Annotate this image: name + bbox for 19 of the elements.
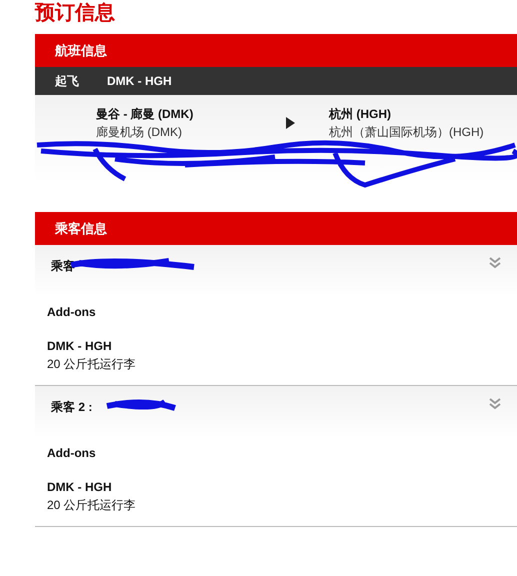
passenger-name: 乘客 2 :: [51, 399, 92, 416]
segment-route: DMK - HGH: [107, 73, 172, 90]
departure-airport: 廊曼机场 (DMK): [96, 124, 183, 141]
addon-route: DMK - HGH: [47, 479, 113, 496]
departure-city: 曼谷 - 廊曼 (DMK): [96, 106, 194, 123]
double-chevron-down-icon[interactable]: [489, 398, 501, 410]
arrival-airport: 杭州（萧山国际机场）(HGH): [329, 124, 484, 141]
play-arrow-icon: [286, 116, 295, 129]
section-header: 乘客信息: [35, 212, 517, 245]
addons-title: Add-ons: [47, 445, 97, 462]
baggage-text: 20 公斤托运行李: [47, 497, 137, 514]
addons-title: Add-ons: [47, 304, 97, 321]
page-title: 预订信息: [34, 1, 116, 26]
segment-label: 起飞: [55, 73, 79, 90]
section-header: 航班信息: [35, 34, 517, 67]
baggage-text: 20 公斤托运行李: [47, 356, 137, 373]
arrival-city: 杭州 (HGH): [329, 106, 392, 123]
addon-route: DMK - HGH: [47, 338, 113, 355]
double-chevron-down-icon[interactable]: [489, 257, 501, 269]
